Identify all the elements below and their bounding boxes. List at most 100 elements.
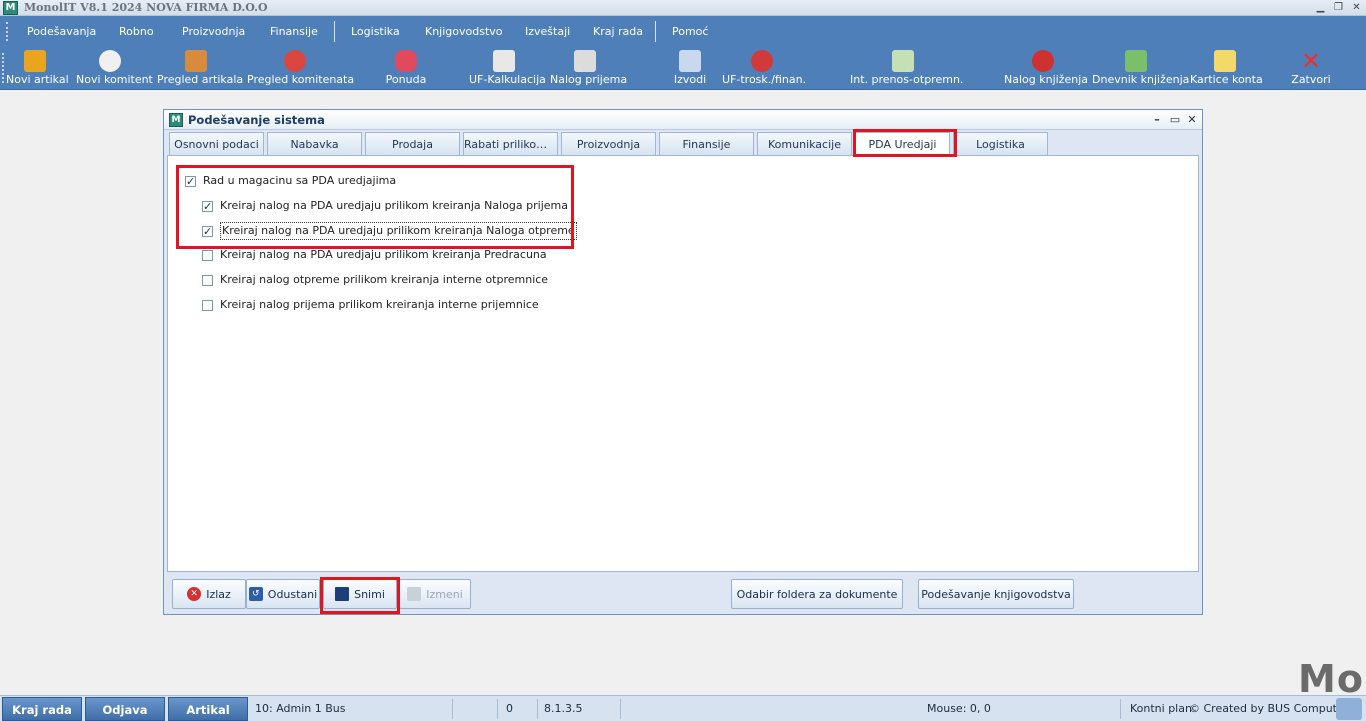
created-by-label: © Created by BUS Computer (1189, 702, 1349, 715)
kartice-konta-button[interactable]: Kartice konta (1190, 47, 1263, 90)
pregled-artikala-button[interactable]: Pregled artikala (157, 47, 243, 90)
highlight-pda-options (176, 165, 574, 249)
restore-icon[interactable]: ❐ (1332, 1, 1345, 14)
pregled-komitenata-button[interactable]: Pregled komitenata (247, 47, 354, 90)
dialog-titlebar: M Podešavanje sistema – ▭ ✕ (164, 110, 1202, 130)
booking-order-icon (1032, 50, 1054, 72)
close-icon[interactable]: ✕ (1350, 1, 1363, 14)
window-titlebar: M MonolIT V8.1 2024 NOVA FIRMA D.O.O ▁ ❐… (0, 0, 1366, 16)
clients-globe-icon (284, 50, 306, 72)
podesavanje-knjigovodstva-button[interactable]: Podešavanje knjigovodstva (918, 579, 1074, 609)
journal-books-icon (1125, 50, 1147, 72)
izmeni-button[interactable]: Izmeni (399, 579, 471, 609)
option-label: Kreiraj nalog prijema prilikom kreiranja… (220, 298, 539, 311)
settings-tabs: Osnovni podaci Nabavka Prodaja Rabati pr… (169, 132, 1199, 157)
exit-icon: ✕ (187, 587, 202, 601)
option-label: Kreiraj nalog otpreme prilikom kreiranja… (220, 273, 549, 286)
menu-knjigovodstvo[interactable]: Knjigovodstvo (425, 16, 503, 47)
menu-logistika[interactable]: Logistika (351, 16, 400, 47)
option-label: Kreiraj nalog na PDA uredjaju prilikom k… (220, 248, 547, 261)
option-interna-prijemnica[interactable]: Kreiraj nalog prijema prilikom kreiranja… (202, 297, 539, 313)
option-predracun-pda[interactable]: Kreiraj nalog na PDA uredjaju prilikom k… (202, 247, 547, 263)
status-separator (1120, 699, 1121, 719)
user-add-icon (99, 50, 121, 72)
option-interna-otpremnica[interactable]: Kreiraj nalog otpreme prilikom kreiranja… (202, 272, 548, 288)
app-version: 8.1.3.5 (544, 702, 583, 715)
status-bar: Kraj rada Odjava Artikal 10: Admin 1 Bus… (0, 695, 1366, 721)
status-separator (620, 699, 621, 719)
edit-printer-icon (407, 587, 422, 601)
tab-finansije[interactable]: Finansije (659, 132, 754, 156)
tab-prodaja[interactable]: Prodaja (365, 132, 460, 156)
checkbox[interactable] (202, 299, 213, 311)
internal-transfer-icon (892, 50, 914, 72)
cost-invoice-icon (751, 50, 773, 72)
dialog-title: Podešavanje sistema (188, 113, 325, 127)
minimize-icon[interactable]: ▁ (1314, 1, 1327, 14)
undo-icon: ↺ (248, 587, 263, 601)
tab-proizvodnja[interactable]: Proizvodnja (561, 132, 656, 156)
calculation-sheet-icon (493, 50, 515, 72)
menu-bar: Podešavanja Robno Proizvodnja Finansije … (0, 16, 1366, 47)
checkbox[interactable] (202, 249, 213, 261)
uf-kalkulacija-button[interactable]: UF-Kalkulacija (469, 47, 546, 90)
status-separator (452, 699, 453, 719)
network-status-icon[interactable] (1336, 698, 1362, 720)
app-logo-icon: M (3, 1, 18, 15)
shopping-bag-icon (24, 50, 46, 72)
menu-izvestaji[interactable]: Izveštaji (525, 16, 570, 47)
tab-komunikacije[interactable]: Komunikacije (757, 132, 852, 156)
dialog-close-icon[interactable]: ✕ (1185, 113, 1199, 127)
receipt-order-icon (574, 50, 596, 72)
close-x-icon: ✕ (1300, 47, 1322, 75)
zatvori-button[interactable]: ✕ Zatvori (1290, 47, 1332, 90)
artikal-button[interactable]: Artikal (168, 697, 248, 721)
menu-separator (655, 21, 656, 42)
ponuda-button[interactable]: Ponuda (385, 47, 427, 90)
dialog-minimize-icon[interactable]: – (1150, 113, 1164, 127)
account-cards-icon (1214, 50, 1236, 72)
menu-proizvodnja[interactable]: Proizvodnja (182, 16, 245, 47)
statements-icon (679, 50, 701, 72)
items-search-icon (185, 50, 207, 72)
nalog-prijema-button[interactable]: Nalog prijema (550, 47, 627, 90)
novi-artikal-button[interactable]: Novi artikal (6, 47, 69, 90)
izvodi-button[interactable]: Izvodi (672, 47, 708, 90)
highlight-pda-tab (853, 129, 957, 157)
tab-nabavka[interactable]: Nabavka (267, 132, 362, 156)
mouse-position: Mouse: 0, 0 (927, 702, 991, 715)
status-separator (497, 699, 498, 719)
status-count: 0 (506, 702, 513, 715)
odjava-button[interactable]: Odjava (85, 697, 165, 721)
tab-osnovni-podaci[interactable]: Osnovni podaci (169, 132, 264, 156)
odustani-button[interactable]: ↺ Odustani (246, 579, 320, 609)
kontni-plan-label: Kontni plan (1130, 702, 1192, 715)
checkbox[interactable] (202, 274, 213, 286)
izlaz-button[interactable]: ✕ Izlaz (172, 579, 246, 609)
dialog-maximize-icon[interactable]: ▭ (1168, 113, 1182, 127)
dnevnik-knjizenja-button[interactable]: Dnevnik knjiženja (1092, 47, 1189, 90)
novi-komitent-button[interactable]: Novi komitent (76, 47, 153, 90)
window-title: MonolIT V8.1 2024 NOVA FIRMA D.O.O (24, 1, 268, 14)
odabir-foldera-button[interactable]: Odabir foldera za dokumente (731, 579, 903, 609)
menu-grip-icon (6, 22, 8, 41)
uf-trosk-finan-button[interactable]: UF-trosk./finan. (722, 47, 806, 90)
status-separator (537, 699, 538, 719)
menu-kraj-rada[interactable]: Kraj rada (593, 16, 643, 47)
menu-separator (334, 21, 335, 42)
menu-robno[interactable]: Robno (119, 16, 154, 47)
nalog-knjizenja-button[interactable]: Nalog knjiženja (1004, 47, 1088, 90)
highlight-snimi-button (320, 577, 400, 614)
current-user: 10: Admin 1 Bus (255, 702, 346, 715)
kraj-rada-button[interactable]: Kraj rada (2, 697, 82, 721)
menu-podesavanja[interactable]: Podešavanja (27, 16, 96, 47)
dialog-logo-icon: M (169, 113, 183, 127)
toolbar-grip-icon (2, 53, 4, 83)
tab-rabati[interactable]: Rabati prilikom p... (463, 132, 558, 156)
main-toolbar: Novi artikal Novi komitent Pregled artik… (0, 47, 1366, 90)
tab-logistika[interactable]: Logistika (953, 132, 1048, 156)
offer-icon (395, 50, 417, 72)
menu-finansije[interactable]: Finansije (270, 16, 318, 47)
int-prenos-otpremn-button[interactable]: Int. prenos-otpremn. (850, 47, 963, 90)
menu-pomoc[interactable]: Pomoć (672, 16, 708, 47)
